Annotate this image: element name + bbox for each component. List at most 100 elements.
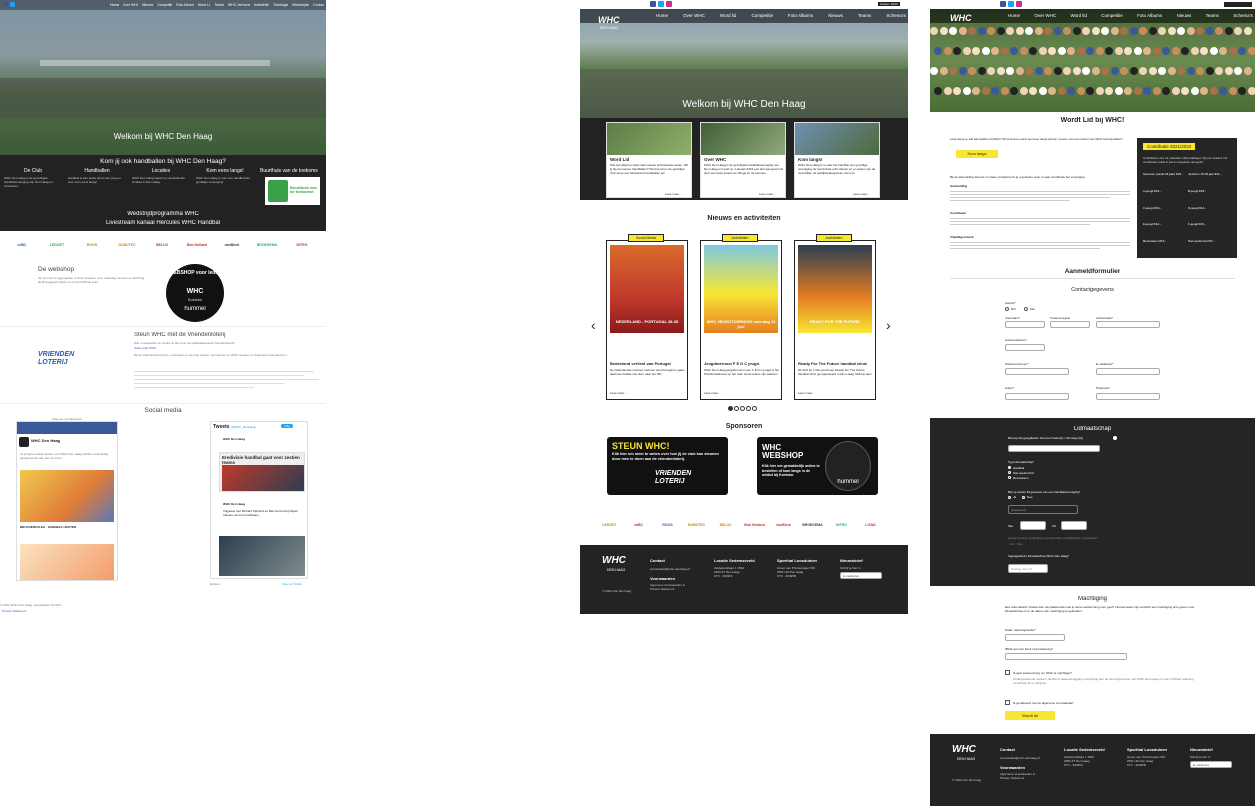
facebook-icon[interactable] (3, 2, 8, 7)
sponsor-logo[interactable]: ROOS (76, 240, 108, 250)
nav-link[interactable]: Nieuws (142, 3, 153, 8)
intro-card[interactable]: Word Lid Wie zijn altijd op zoek naar nie… (606, 122, 692, 198)
instagram-icon[interactable] (1016, 1, 1022, 7)
instagram-icon[interactable] (666, 1, 672, 7)
nav-link[interactable]: Competitie (751, 13, 773, 19)
tweet-view-link[interactable]: View on Twitter (282, 582, 302, 586)
sponsor-logo[interactable]: INTRO (286, 240, 318, 250)
type-option[interactable]: Recreanten (1008, 475, 1088, 480)
nav-link[interactable]: Foto Albums (176, 3, 194, 8)
intro-card[interactable]: Over WHC WHC Den Haag is de gezelligste h… (700, 122, 786, 198)
news-read-more[interactable]: Lees meer... (798, 391, 815, 395)
geboortedatum-input[interactable] (1005, 344, 1045, 351)
webshop-badge[interactable]: WEBSHOP voor leden WHC Koelsior hummel (166, 264, 224, 322)
submit-button[interactable]: Wordt lid (1005, 711, 1055, 720)
news-tag[interactable]: Social Media (628, 234, 664, 242)
email-input[interactable] (1096, 368, 1160, 375)
sponsor-logo[interactable]: INTRO (828, 520, 855, 530)
column-title[interactable]: Locaties (132, 168, 190, 174)
sponsor-logo[interactable]: BELUX (146, 240, 178, 250)
search-box[interactable] (1224, 2, 1252, 7)
tot-input[interactable] (1061, 521, 1087, 530)
nav-link[interactable]: Wedstrijden (292, 3, 309, 8)
sponsor-logo[interactable]: Bob Holland (741, 520, 768, 530)
twitter-icon[interactable] (658, 1, 664, 7)
facebook-widget[interactable]: WHC Den Haag Je jongste enkele spelers v… (16, 421, 118, 581)
whc-logo[interactable]: WHC DEN HAAG (596, 7, 630, 35)
ov-ja[interactable]: Ja (1011, 542, 1014, 546)
news-tag[interactable]: Activiteiten (816, 234, 852, 242)
facebook-icon[interactable] (650, 1, 656, 7)
nav-link[interactable]: Nieuws (828, 13, 843, 19)
card-read-more[interactable]: Lees meer... (853, 192, 870, 196)
carousel-dot[interactable] (734, 406, 739, 411)
fb-page-name[interactable]: WHC Den Haag (31, 438, 60, 443)
sponsor-logo[interactable]: Bob Holland (181, 240, 213, 250)
nav-link[interactable]: Home (1008, 13, 1020, 19)
radio-nee[interactable] (1022, 496, 1025, 499)
carousel-dot[interactable] (746, 406, 751, 411)
nav-link[interactable]: Activiteiten (254, 3, 270, 8)
card-read-more[interactable]: Lees meer... (665, 192, 682, 196)
news-card[interactable]: NEDERLAND - PORTUGAL 28-35 Bedeeland verl… (606, 240, 688, 400)
wedstrijd-link[interactable]: Wedstrijdprogramma WHC (0, 211, 326, 217)
carousel-dot[interactable] (752, 406, 757, 411)
nav-link[interactable]: Nieuws (1177, 13, 1192, 19)
news-read-more[interactable]: Lees meer... (610, 391, 627, 395)
nav-link[interactable]: Teams (214, 3, 223, 8)
intro-card[interactable]: Kom langs! WHC Den Haag is is naar het ha… (794, 122, 880, 198)
nav-link[interactable]: Teams (858, 13, 871, 19)
sponsor-logo[interactable]: vdBC (6, 240, 38, 250)
twitter-icon[interactable] (10, 2, 15, 7)
lidsoort-input[interactable] (1008, 445, 1100, 452)
sponsor-logo[interactable]: LOWA (857, 520, 884, 530)
nav-link[interactable]: Over WHC (683, 13, 705, 19)
telefoon-input[interactable] (1005, 368, 1069, 375)
footer-contact-email[interactable]: secretariaat@whc-denhaag.nl (650, 567, 690, 571)
checkbox-voorwaarden[interactable] (1005, 700, 1010, 705)
nav-link[interactable]: Competitie (157, 3, 172, 8)
newsletter-input[interactable]: E-mailadres (1190, 761, 1232, 768)
footer-voorwaarden-link[interactable]: Algemene Voorwaarden & Privacy Statement (1000, 772, 1044, 780)
nav-link[interactable]: Teams (1206, 13, 1219, 19)
sponsor-logo[interactable]: BROEKEMA (799, 520, 826, 530)
buurthuis-logo[interactable]: Buurthuis van de toekomst (265, 177, 320, 205)
column-title[interactable]: De Club (4, 168, 62, 174)
news-card[interactable]: READY FOR THE FUTURE Ready For The Future… (794, 240, 876, 400)
ov-nee[interactable]: Nee (1017, 542, 1023, 546)
sponsor-logo[interactable]: BROEKEMA (251, 240, 283, 250)
twitter-widget[interactable]: Tweets @WHC_DenHaag Volg WHC Den Haag Er… (210, 421, 308, 579)
radio-mw[interactable] (1024, 307, 1028, 311)
news-tag[interactable]: Activiteiten (722, 234, 758, 242)
tweet-embed[interactable]: Embed (210, 582, 220, 586)
radio-icon[interactable] (1008, 476, 1011, 479)
voornaam-input[interactable] (1005, 321, 1045, 328)
nav-link[interactable]: Trainingen (273, 3, 288, 8)
tweet1-card[interactable]: Eredivisie handbal gaat voor zestien tea… (219, 452, 305, 492)
nav-link[interactable]: Schema's (886, 13, 906, 19)
news-card[interactable]: WHC JEUGDTOERNOOI zaterdag 11 juni Jeugdt… (700, 240, 782, 400)
nav-link[interactable]: WHC-Verhuren (228, 3, 250, 8)
checkbox-toestemming[interactable] (1005, 670, 1010, 675)
tweets-follow[interactable]: Volg (281, 424, 293, 428)
vereniging-input[interactable]: geweest bij ... (1008, 505, 1078, 514)
steun-whc-banner[interactable]: STEUN WHC! Klik hier om meer te weten ov… (607, 437, 728, 495)
sponsor-logo[interactable]: LEDOET (596, 520, 623, 530)
footer-contact-email[interactable]: secretariaat@whc-denhaag.nl (1000, 756, 1040, 760)
nav-link[interactable]: Competitie (1101, 13, 1123, 19)
sponsor-logo[interactable]: vanBlerk (216, 240, 248, 250)
column-title[interactable]: Kom eens langs! (196, 168, 254, 174)
sponsor-logo[interactable]: vdBC (625, 520, 652, 530)
twitter-icon[interactable] (1008, 1, 1014, 7)
p1-footer-links[interactable]: Privacy Statement (2, 609, 26, 613)
nav-link[interactable]: Word lid (720, 13, 736, 19)
newsletter-input[interactable]: E-mailadres (840, 572, 882, 579)
nav-link[interactable]: Foto Albums (788, 13, 813, 19)
loterij-link[interactable]: Steun mijn WHC (134, 346, 156, 350)
nav-link[interactable]: Home (656, 13, 668, 19)
radio-icon[interactable] (1008, 471, 1011, 474)
radio-icon[interactable] (1008, 466, 1011, 469)
sponsor-logo[interactable]: ROOS (654, 520, 681, 530)
card-read-more[interactable]: Lees meer... (759, 192, 776, 196)
nav-link[interactable]: Over WHC (123, 3, 138, 8)
